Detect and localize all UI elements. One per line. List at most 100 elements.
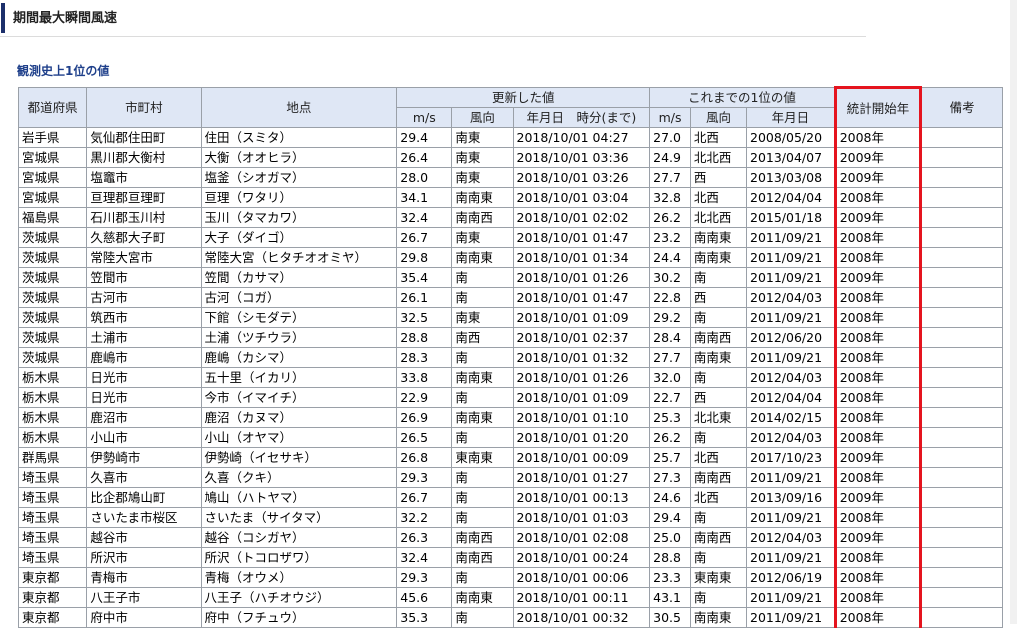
cell-previous-date: 2013/04/07 bbox=[746, 147, 836, 168]
cell-station: 住田（スミタ） bbox=[200, 127, 398, 148]
cell-previous-speed: 28.4 bbox=[649, 327, 691, 348]
cell-city: 鹿嶋市 bbox=[86, 347, 202, 368]
cell-previous-direction: 南 bbox=[689, 307, 748, 328]
cell-station: 鹿沼（カヌマ） bbox=[200, 407, 398, 428]
cell-station: 鳩山（ハトヤマ） bbox=[200, 487, 398, 508]
cell-updated-direction: 南 bbox=[451, 467, 514, 488]
cell-updated-speed: 29.4 bbox=[396, 127, 453, 148]
cell-updated-speed: 28.3 bbox=[396, 347, 453, 368]
cell-updated-direction: 南南西 bbox=[451, 207, 514, 228]
cell-previous-speed: 23.2 bbox=[649, 227, 691, 248]
cell-previous-direction: 北西 bbox=[689, 127, 748, 148]
cell-updated-direction: 南南東 bbox=[451, 587, 514, 608]
cell-updated-speed: 32.2 bbox=[396, 507, 453, 528]
cell-station: 大衡（オオヒラ） bbox=[200, 147, 398, 168]
cell-previous-speed: 26.2 bbox=[649, 207, 691, 228]
cell-city: 気仙郡住田町 bbox=[86, 127, 202, 148]
cell-previous-date: 2011/09/21 bbox=[746, 547, 836, 568]
cell-previous-direction: 南南東 bbox=[689, 247, 748, 268]
cell-updated-direction: 南南東 bbox=[451, 187, 514, 208]
cell-previous-direction: 西 bbox=[689, 167, 748, 188]
cell-updated-speed: 34.1 bbox=[396, 187, 453, 208]
cell-remarks bbox=[920, 427, 1003, 448]
cell-start-year: 2009年 bbox=[833, 487, 923, 508]
cell-previous-direction: 南南西 bbox=[689, 527, 748, 548]
cell-previous-date: 2011/09/21 bbox=[746, 347, 836, 368]
cell-prefecture: 栃木県 bbox=[17, 407, 88, 428]
cell-updated-direction: 南東 bbox=[451, 127, 514, 148]
cell-previous-direction: 南南西 bbox=[689, 327, 748, 348]
table-row: 茨城県 土浦市 土浦（ツチウラ） 28.8 南西 2018/10/01 02:37 28.4… bbox=[17, 327, 1003, 348]
cell-prefecture: 栃木県 bbox=[17, 387, 88, 408]
cell-updated-speed: 32.5 bbox=[396, 307, 453, 328]
table-row: 埼玉県 越谷市 越谷（コシガヤ） 26.3 南南西 2018/10/01 02:08 25.… bbox=[17, 527, 1003, 548]
cell-city: 土浦市 bbox=[86, 327, 202, 348]
cell-station: 玉川（タマカワ） bbox=[200, 207, 398, 228]
cell-updated-datetime: 2018/10/01 00:24 bbox=[512, 547, 651, 568]
cell-updated-direction: 南東 bbox=[451, 167, 514, 188]
cell-updated-direction: 南 bbox=[451, 347, 514, 368]
cell-previous-direction: 南南東 bbox=[689, 607, 748, 628]
cell-updated-datetime: 2018/10/01 01:34 bbox=[512, 247, 651, 268]
cell-updated-datetime: 2018/10/01 00:11 bbox=[512, 587, 651, 608]
cell-updated-datetime: 2018/10/01 00:09 bbox=[512, 447, 651, 468]
cell-city: 八王子市 bbox=[86, 587, 202, 608]
cell-previous-direction: 北北西 bbox=[689, 207, 748, 228]
cell-start-year: 2009年 bbox=[833, 447, 923, 468]
cell-city: 日光市 bbox=[86, 367, 202, 388]
cell-updated-speed: 29.3 bbox=[396, 567, 453, 588]
table-row: 茨城県 久慈郡大子町 大子（ダイゴ） 26.7 南東 2018/10/01 01:47 23… bbox=[17, 227, 1003, 248]
cell-updated-datetime: 2018/10/01 01:09 bbox=[512, 387, 651, 408]
cell-prefecture: 埼玉県 bbox=[17, 527, 88, 548]
cell-city: 亘理郡亘理町 bbox=[86, 187, 202, 208]
cell-updated-datetime: 2018/10/01 03:36 bbox=[512, 147, 651, 168]
col-header-updated-direction: 風向 bbox=[451, 107, 514, 128]
cell-updated-datetime: 2018/10/01 00:32 bbox=[512, 607, 651, 628]
cell-city: 越谷市 bbox=[86, 527, 202, 548]
cell-prefecture: 宮城県 bbox=[17, 167, 88, 188]
table-row: 栃木県 日光市 今市（イマイチ） 22.9 南 2018/10/01 01:09 22.7 西… bbox=[17, 387, 1003, 408]
cell-start-year: 2009年 bbox=[833, 167, 923, 188]
cell-previous-direction: 南南東 bbox=[689, 227, 748, 248]
cell-updated-direction: 南西 bbox=[451, 327, 514, 348]
cell-remarks bbox=[920, 467, 1003, 488]
cell-start-year: 2008年 bbox=[833, 427, 923, 448]
cell-station: さいたま（サイタマ） bbox=[200, 507, 398, 528]
col-header-updated-datetime: 年月日 時分(まで) bbox=[512, 107, 651, 128]
cell-city: 府中市 bbox=[86, 607, 202, 628]
cell-city: 久慈郡大子町 bbox=[86, 227, 202, 248]
cell-previous-speed: 27.7 bbox=[649, 347, 691, 368]
cell-prefecture: 栃木県 bbox=[17, 427, 88, 448]
cell-remarks bbox=[920, 187, 1003, 208]
cell-updated-speed: 26.1 bbox=[396, 287, 453, 308]
col-group-updated: 更新した値 bbox=[396, 87, 651, 108]
cell-prefecture: 茨城県 bbox=[17, 347, 88, 368]
cell-start-year: 2008年 bbox=[833, 467, 923, 488]
cell-prefecture: 福島県 bbox=[17, 207, 88, 228]
cell-updated-speed: 26.9 bbox=[396, 407, 453, 428]
cell-prefecture: 栃木県 bbox=[17, 367, 88, 388]
vertical-scrollbar[interactable] bbox=[1010, 0, 1017, 624]
cell-start-year: 2009年 bbox=[833, 267, 923, 288]
cell-previous-date: 2011/09/21 bbox=[746, 247, 836, 268]
cell-previous-direction: 南南東 bbox=[689, 347, 748, 368]
cell-city: 塩竈市 bbox=[86, 167, 202, 188]
table-row: 東京都 八王子市 八王子（ハチオウジ） 45.6 南南東 2018/10/01 00:11… bbox=[17, 587, 1003, 608]
cell-previous-date: 2011/09/21 bbox=[746, 467, 836, 488]
cell-updated-speed: 33.8 bbox=[396, 367, 453, 388]
cell-updated-datetime: 2018/10/01 00:13 bbox=[512, 487, 651, 508]
col-header-previous-speed: m/s bbox=[649, 107, 691, 128]
cell-previous-speed: 23.3 bbox=[649, 567, 691, 588]
cell-city: 筑西市 bbox=[86, 307, 202, 328]
cell-remarks bbox=[920, 407, 1003, 428]
cell-city: 久喜市 bbox=[86, 467, 202, 488]
cell-updated-direction: 南南東 bbox=[451, 407, 514, 428]
title-accent-bar bbox=[1, 3, 5, 33]
table-row: 栃木県 日光市 五十里（イカリ） 33.8 南南東 2018/10/01 01:26 32.… bbox=[17, 367, 1003, 388]
cell-updated-direction: 東南東 bbox=[451, 447, 514, 468]
cell-previous-date: 2011/09/21 bbox=[746, 227, 836, 248]
cell-station: 笠間（カサマ） bbox=[200, 267, 398, 288]
cell-start-year: 2008年 bbox=[833, 387, 923, 408]
cell-city: 黒川郡大衡村 bbox=[86, 147, 202, 168]
wind-records-table: 都道府県 市町村 地点 更新した値 これまでの1位の値 統計開始年 備考 m/s… bbox=[17, 86, 1003, 628]
